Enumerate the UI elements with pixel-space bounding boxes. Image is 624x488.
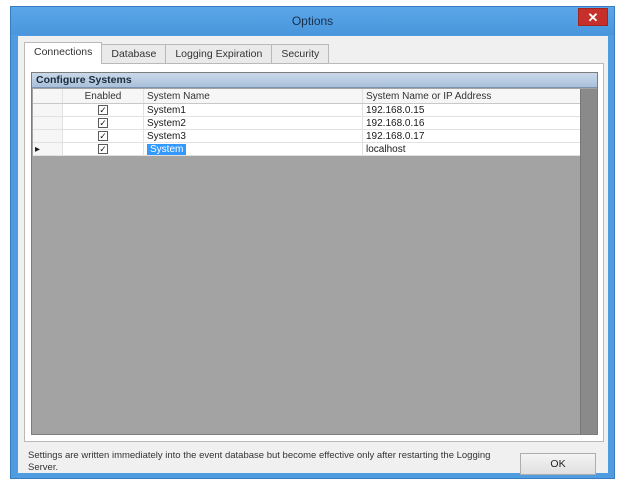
grid-header-row: Enabled System Name System Name or IP Ad… <box>33 89 580 104</box>
table-row[interactable]: ✓ System1 192.168.0.15 <box>33 104 580 117</box>
tab-connections[interactable]: Connections <box>24 42 103 64</box>
column-header-enabled[interactable]: Enabled <box>63 89 144 103</box>
table-row-current[interactable]: ▸ ✓ System localhost <box>33 143 580 156</box>
enabled-cell: ✓ <box>63 117 144 129</box>
address-cell[interactable]: 192.168.0.16 <box>363 117 580 129</box>
check-icon: ✓ <box>99 105 107 116</box>
enabled-cell: ✓ <box>63 130 144 142</box>
row-selector[interactable] <box>33 130 63 142</box>
tab-logging-expiration[interactable]: Logging Expiration <box>165 44 273 64</box>
row-selector[interactable] <box>33 104 63 116</box>
options-window: Options ✕ Connections Database Logging E… <box>10 6 615 479</box>
close-icon: ✕ <box>587 10 599 25</box>
row-selector[interactable] <box>33 117 63 129</box>
connections-tab-page: Configure Systems Enabled System Name Sy… <box>24 63 604 442</box>
close-button[interactable]: ✕ <box>578 8 608 26</box>
settings-note: Settings are written immediately into th… <box>28 450 491 473</box>
enabled-cell: ✓ <box>63 143 144 155</box>
panel-title: Configure Systems <box>32 73 597 88</box>
enabled-cell: ✓ <box>63 104 144 116</box>
configure-systems-panel: Configure Systems Enabled System Name Sy… <box>31 72 598 435</box>
column-header-system-name[interactable]: System Name <box>144 89 363 103</box>
systems-grid: Enabled System Name System Name or IP Ad… <box>33 89 580 156</box>
enabled-checkbox[interactable]: ✓ <box>98 118 108 129</box>
tab-security[interactable]: Security <box>271 44 330 64</box>
system-name-cell[interactable]: System1 <box>144 104 363 116</box>
enabled-checkbox[interactable]: ✓ <box>98 105 108 116</box>
table-row[interactable]: ✓ System2 192.168.0.16 <box>33 117 580 130</box>
tab-database[interactable]: Database <box>101 44 167 64</box>
system-name-edit-field[interactable]: System <box>147 144 187 155</box>
ok-button[interactable]: OK <box>520 453 596 475</box>
grid-scrollbar[interactable] <box>580 89 597 434</box>
column-header-address[interactable]: System Name or IP Address <box>363 89 580 103</box>
row-selector-header <box>33 89 63 103</box>
tab-strip: Connections Database Logging Expiration … <box>24 42 330 64</box>
check-icon: ✓ <box>99 131 107 142</box>
table-row[interactable]: ✓ System3 192.168.0.17 <box>33 130 580 143</box>
address-cell[interactable]: localhost <box>363 143 580 155</box>
window-title: Options <box>291 14 334 28</box>
system-name-cell[interactable]: System2 <box>144 117 363 129</box>
address-cell[interactable]: 192.168.0.17 <box>363 130 580 142</box>
title-bar[interactable]: Options ✕ <box>11 7 614 35</box>
address-cell[interactable]: 192.168.0.15 <box>363 104 580 116</box>
enabled-checkbox[interactable]: ✓ <box>98 144 108 155</box>
dialog-client-area: Connections Database Logging Expiration … <box>18 36 608 475</box>
system-name-cell-editing[interactable]: System <box>144 143 363 155</box>
row-pointer-icon[interactable]: ▸ <box>33 143 63 155</box>
check-icon: ✓ <box>99 144 107 155</box>
enabled-checkbox[interactable]: ✓ <box>98 131 108 142</box>
check-icon: ✓ <box>99 118 107 129</box>
system-name-cell[interactable]: System3 <box>144 130 363 142</box>
